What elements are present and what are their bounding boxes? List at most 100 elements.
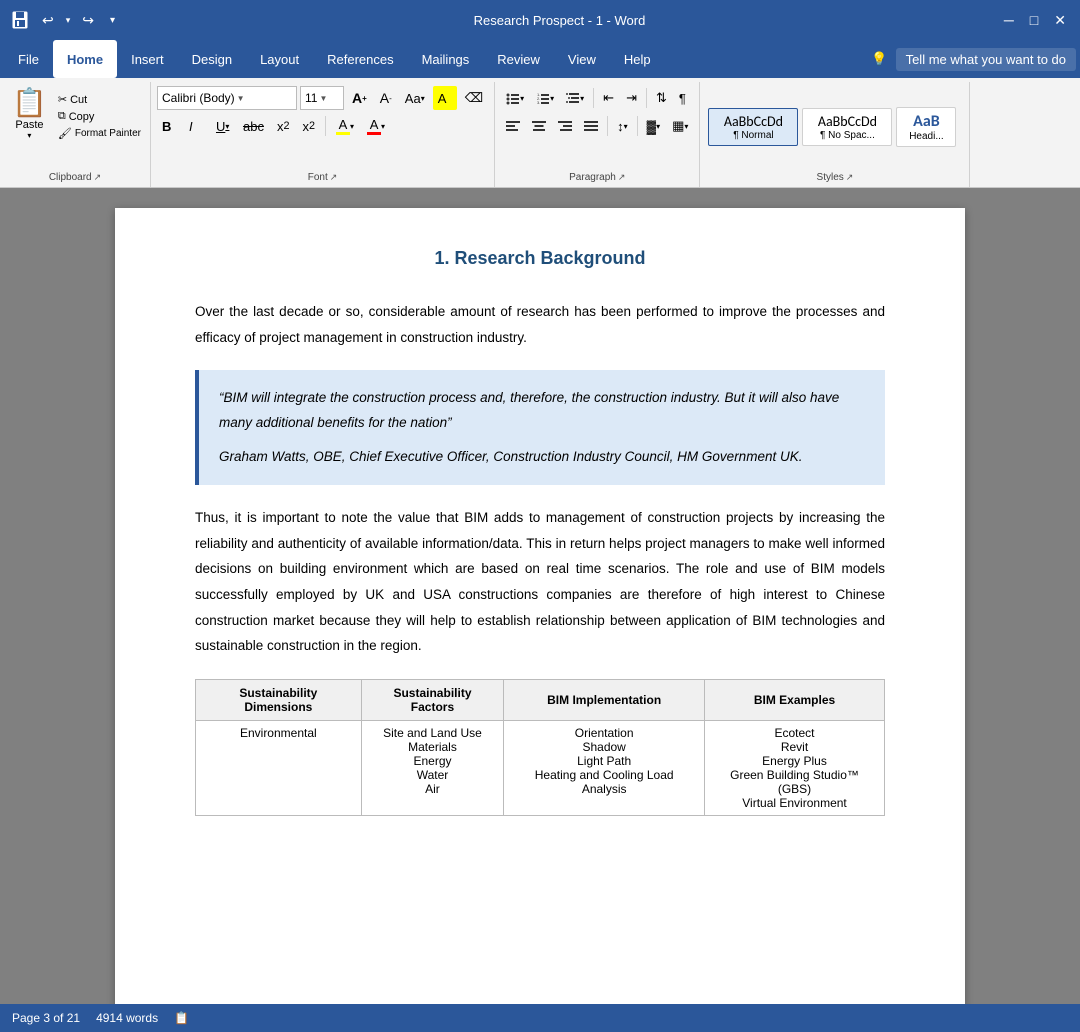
- clipboard-launcher[interactable]: ↗: [94, 172, 102, 183]
- menu-design[interactable]: Design: [178, 40, 246, 78]
- table-cell-examples: EcotectRevitEnergy PlusGreen Building St…: [705, 721, 885, 816]
- document-page: 1. Research Background Over the last dec…: [115, 208, 965, 1004]
- restore-button[interactable]: □: [1026, 10, 1042, 30]
- title-bar: ↩ ▾ ↪ ▾ Research Prospect - 1 - Word ─ □…: [0, 0, 1080, 40]
- font-group-label: Font ↗: [157, 168, 488, 183]
- paste-dropdown[interactable]: ▾: [27, 131, 31, 140]
- style-normal[interactable]: AaBbCcDd ¶ Normal: [708, 108, 798, 146]
- undo-dropdown[interactable]: ▾: [62, 13, 75, 28]
- border-button[interactable]: ▦▾: [667, 114, 693, 138]
- menu-layout[interactable]: Layout: [246, 40, 313, 78]
- menu-references[interactable]: References: [313, 40, 407, 78]
- bullets-button[interactable]: ▾: [501, 86, 529, 110]
- copy-icon: ⧉: [58, 110, 66, 123]
- table-row: Environmental Site and Land UseMaterials…: [196, 721, 885, 816]
- para-sep1: [593, 88, 594, 108]
- quote-author: Graham Watts, OBE, Chief Executive Offic…: [219, 445, 865, 469]
- window-title: Research Prospect - 1 - Word: [474, 13, 646, 28]
- align-center-button[interactable]: [527, 114, 551, 138]
- change-case-button[interactable]: Aa▾: [400, 86, 430, 110]
- align-right-button[interactable]: [553, 114, 577, 138]
- window-controls: ─ □ ✕: [1000, 10, 1070, 31]
- style-no-spacing[interactable]: AaBbCcDd ¶ No Spac...: [802, 108, 892, 146]
- align-left-button[interactable]: [501, 114, 525, 138]
- menu-home[interactable]: Home: [53, 40, 117, 78]
- menu-file[interactable]: File: [4, 40, 53, 78]
- font-family-select[interactable]: Calibri (Body) ▼: [157, 86, 297, 110]
- menu-review[interactable]: Review: [483, 40, 554, 78]
- strikethrough-button[interactable]: abc: [238, 114, 269, 138]
- menu-insert[interactable]: Insert: [117, 40, 178, 78]
- line-spacing-button[interactable]: ↕▾: [612, 114, 633, 138]
- para-row1: ▾ 1.2.3. ▾ ▾ ⇤ ⇥ ⇅ ¶: [501, 86, 693, 110]
- minimize-button[interactable]: ─: [1000, 10, 1018, 30]
- font-separator: [325, 116, 326, 136]
- quick-access-more[interactable]: ▾: [106, 13, 119, 28]
- styles-launcher[interactable]: ↗: [846, 172, 854, 183]
- title-bar-center: Research Prospect - 1 - Word: [119, 13, 1000, 28]
- copy-button[interactable]: ⧉ Copy: [55, 109, 144, 124]
- increase-indent-button[interactable]: ⇥: [621, 86, 642, 110]
- decrease-indent-button[interactable]: ⇤: [598, 86, 619, 110]
- tell-me-text: Tell me what you want to do: [906, 52, 1066, 67]
- menu-mailings[interactable]: Mailings: [408, 40, 484, 78]
- font-size-dropdown[interactable]: ▼: [319, 94, 327, 103]
- underline-button[interactable]: U▾: [211, 114, 235, 138]
- clear-format-button[interactable]: ⌫: [460, 86, 488, 110]
- tell-me-box[interactable]: Tell me what you want to do: [896, 48, 1076, 71]
- menu-help[interactable]: Help: [610, 40, 665, 78]
- menu-view[interactable]: View: [554, 40, 610, 78]
- table-header-factors: Sustainability Factors: [361, 680, 504, 721]
- table-cell-dimension: Environmental: [196, 721, 362, 816]
- bold-button[interactable]: B: [157, 114, 181, 138]
- menu-bar: File Home Insert Design Layout Reference…: [0, 40, 1080, 78]
- paste-icon: 📋: [12, 88, 47, 119]
- undo-button[interactable]: ↩: [38, 10, 58, 31]
- document-area[interactable]: 1. Research Background Over the last dec…: [0, 188, 1080, 1004]
- menu-right: 💡 Tell me what you want to do: [871, 40, 1076, 78]
- ribbon: 📋 Paste ▾ ✂ Cut ⧉ Copy 🖌 Format Painter: [0, 78, 1080, 188]
- ribbon-paragraph-group: ▾ 1.2.3. ▾ ▾ ⇤ ⇥ ⇅ ¶: [495, 82, 700, 187]
- subscript-button[interactable]: x2: [272, 114, 295, 138]
- quote-text: “BIM will integrate the construction pro…: [219, 386, 865, 435]
- font-color-button[interactable]: A ▾: [362, 114, 390, 138]
- svg-text:3.: 3.: [537, 100, 540, 105]
- undo-redo-group: ↩ ▾ ↪: [38, 10, 98, 31]
- multilevel-button[interactable]: ▾: [561, 86, 589, 110]
- highlight-button[interactable]: A: [433, 86, 457, 110]
- justify-button[interactable]: [579, 114, 603, 138]
- format-painter-label: Format Painter: [75, 128, 141, 139]
- font-row2: B I U▾ abc x2 x2 A ▾ A ▾: [157, 114, 488, 138]
- ribbon-clipboard-group: 📋 Paste ▾ ✂ Cut ⧉ Copy 🖌 Format Painter: [0, 82, 151, 187]
- superscript-button[interactable]: x2: [297, 114, 320, 138]
- shrink-font-button[interactable]: A-: [375, 86, 397, 110]
- para-launcher[interactable]: ↗: [618, 172, 626, 183]
- shading-button[interactable]: ▓▾: [642, 114, 666, 138]
- show-formatting-button[interactable]: ¶: [674, 86, 691, 110]
- styles-row: AaBbCcDd ¶ Normal AaBbCcDd ¶ No Spac... …: [708, 86, 961, 168]
- help-icon: 💡: [871, 51, 887, 67]
- status-bar: Page 3 of 21 4914 words 📋: [0, 1004, 1080, 1032]
- numbering-button[interactable]: 1.2.3. ▾: [531, 86, 559, 110]
- accessibility-icon[interactable]: 📋: [174, 1011, 189, 1025]
- grow-font-button[interactable]: A+: [347, 86, 372, 110]
- paste-button[interactable]: 📋 Paste ▾: [6, 86, 53, 142]
- sort-button[interactable]: ⇅: [651, 86, 672, 110]
- clipboard-sub: ✂ Cut ⧉ Copy 🖌 Format Painter: [55, 86, 144, 141]
- font-launcher[interactable]: ↗: [330, 172, 338, 183]
- clipboard-content: 📋 Paste ▾ ✂ Cut ⧉ Copy 🖌 Format Painter: [6, 86, 144, 168]
- format-painter-button[interactable]: 🖌 Format Painter: [55, 126, 144, 141]
- paste-label: Paste: [15, 119, 43, 131]
- save-icon[interactable]: [10, 10, 30, 30]
- para-sep4: [637, 116, 638, 136]
- close-button[interactable]: ✕: [1050, 10, 1070, 31]
- font-family-dropdown[interactable]: ▼: [237, 94, 245, 103]
- style-heading1[interactable]: AaB Headi...: [896, 107, 956, 147]
- text-highlight-button[interactable]: A ▾: [331, 114, 359, 138]
- cut-button[interactable]: ✂ Cut: [55, 92, 144, 107]
- italic-button[interactable]: I: [184, 114, 208, 138]
- copy-label: Copy: [69, 111, 95, 123]
- font-size-select[interactable]: 11 ▼: [300, 86, 344, 110]
- redo-button[interactable]: ↪: [78, 10, 98, 31]
- table-cell-implementation: OrientationShadowLight PathHeating and C…: [504, 721, 705, 816]
